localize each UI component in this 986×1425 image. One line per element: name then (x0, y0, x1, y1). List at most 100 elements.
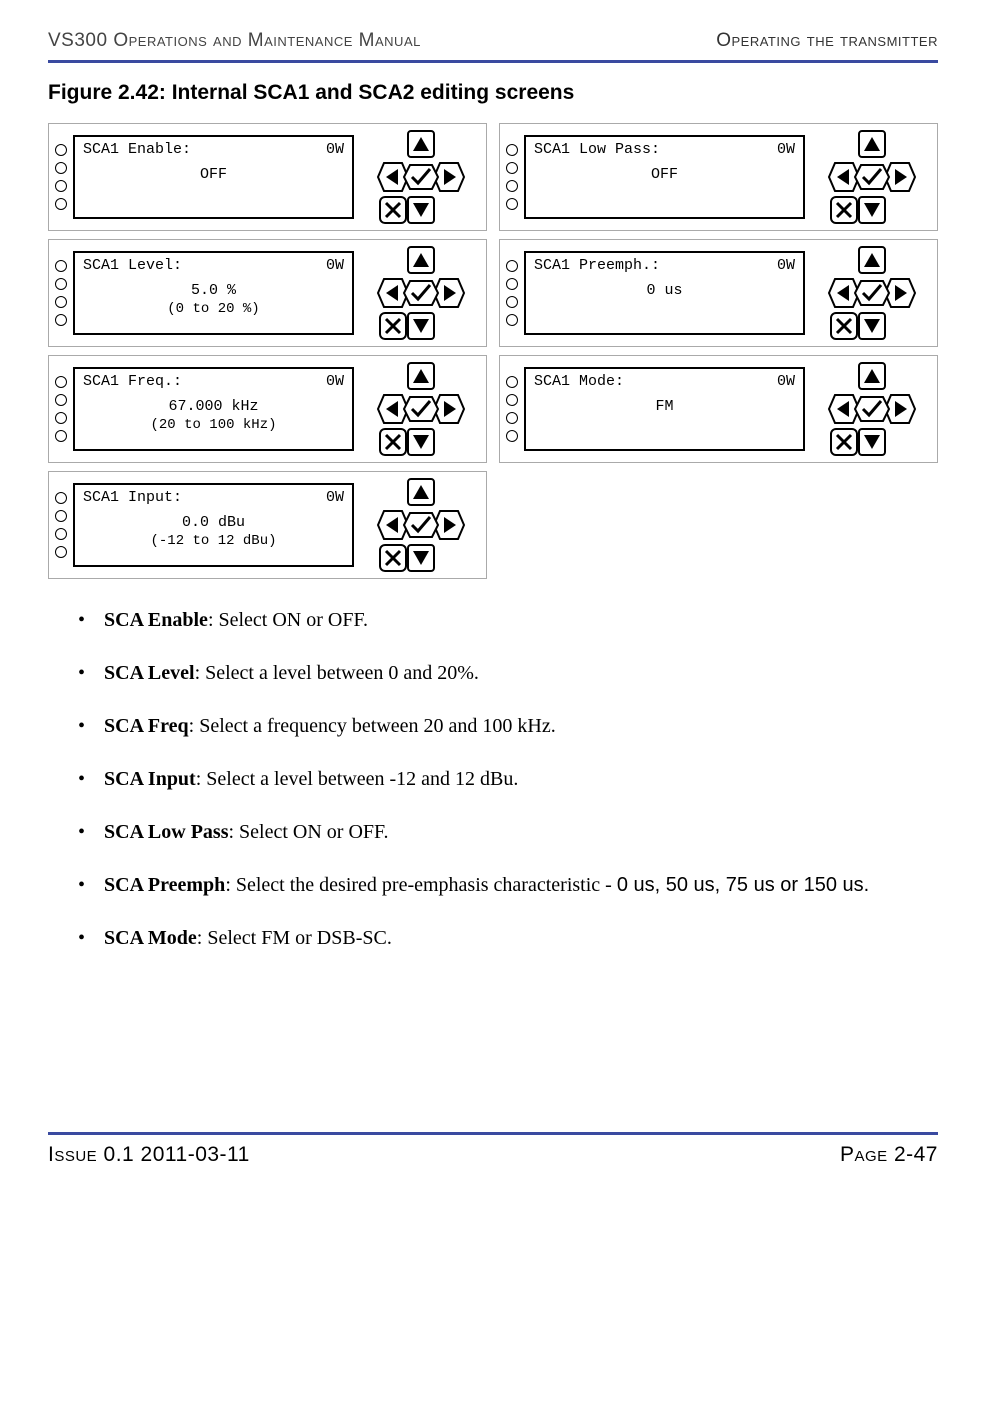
bullet-item: SCA Preemph: Select the desired pre-emph… (78, 872, 938, 899)
bullet-label: SCA Input (104, 768, 196, 790)
screens-grid: SCA1 Enable: 0W OFF (48, 123, 938, 579)
bullet-label: SCA Enable (104, 609, 208, 631)
bullet-label: SCA Level (104, 662, 195, 684)
bullet-label: SCA Low Pass (104, 821, 228, 843)
bullet-item: SCA Mode: Select FM or DSB-SC. (78, 925, 938, 952)
screen-sca1-freq: SCA1 Freq.: 0W 67.000 kHz (20 to 100 kHz… (48, 355, 487, 463)
lcd-display: SCA1 Freq.: 0W 67.000 kHz (20 to 100 kHz… (73, 367, 354, 451)
bullet-item: SCA Level: Select a level between 0 and … (78, 660, 938, 687)
screen-sca1-preemph: SCA1 Preemph.: 0W 0 us (499, 239, 938, 347)
lcd-power: 0W (326, 257, 344, 276)
screen-sca1-enable: SCA1 Enable: 0W OFF (48, 123, 487, 231)
footer-right: Page 2-47 (840, 1143, 938, 1167)
lcd-display: SCA1 Mode: 0W FM (524, 367, 805, 451)
nav-pad[interactable] (813, 245, 931, 341)
lcd-title: SCA1 Level: (83, 257, 182, 276)
lcd-value: OFF (534, 166, 795, 185)
page-header: VS300 Operations and Maintenance Manual … (48, 30, 938, 52)
led-indicator (506, 198, 518, 210)
lcd-title: SCA1 Freq.: (83, 373, 182, 392)
lcd-value: 0.0 dBu (83, 514, 344, 533)
led-indicator (506, 394, 518, 406)
lcd-power: 0W (777, 257, 795, 276)
led-column (506, 260, 518, 326)
ok-button (404, 165, 438, 189)
bullet-text: : Select ON or OFF. (208, 609, 368, 631)
bullet-text: : Select ON or OFF. (228, 821, 388, 843)
lcd-power: 0W (777, 141, 795, 160)
led-indicator (506, 260, 518, 272)
led-indicator (506, 180, 518, 192)
header-right: Operating the transmitter (716, 30, 938, 52)
led-column (55, 260, 67, 326)
lcd-value: FM (534, 398, 795, 417)
led-indicator (55, 430, 67, 442)
led-indicator (55, 278, 67, 290)
led-indicator (55, 528, 67, 540)
lcd-display: SCA1 Level: 0W 5.0 % (0 to 20 %) (73, 251, 354, 335)
lcd-display: SCA1 Low Pass: 0W OFF (524, 135, 805, 219)
nav-pad[interactable] (362, 361, 480, 457)
nav-pad[interactable] (362, 477, 480, 573)
led-column (55, 492, 67, 558)
figure-title: Figure 2.42: Internal SCA1 and SCA2 edit… (48, 81, 938, 105)
lcd-display: SCA1 Enable: 0W OFF (73, 135, 354, 219)
lcd-display: SCA1 Input: 0W 0.0 dBu (-12 to 12 dBu) (73, 483, 354, 567)
page-footer: Issue 0.1 2011-03-11 Page 2-47 (48, 1132, 938, 1167)
bullet-text: : Select a frequency between 20 and 100 … (189, 715, 556, 737)
led-column (506, 376, 518, 442)
bullet-label: SCA Freq (104, 715, 189, 737)
led-indicator (55, 394, 67, 406)
bullet-item: SCA Low Pass: Select ON or OFF. (78, 819, 938, 846)
lcd-title: SCA1 Input: (83, 489, 182, 508)
led-indicator (55, 198, 67, 210)
lcd-value: 5.0 % (83, 282, 344, 301)
led-indicator (55, 412, 67, 424)
led-indicator (506, 430, 518, 442)
lcd-range: (0 to 20 %) (83, 301, 344, 319)
screen-sca1-input: SCA1 Input: 0W 0.0 dBu (-12 to 12 dBu) (48, 471, 487, 579)
led-indicator (506, 278, 518, 290)
led-indicator (55, 162, 67, 174)
led-indicator (55, 314, 67, 326)
nav-pad[interactable] (813, 361, 931, 457)
led-indicator (55, 376, 67, 388)
header-left: VS300 Operations and Maintenance Manual (48, 30, 421, 52)
led-indicator (55, 144, 67, 156)
nav-pad[interactable] (813, 129, 931, 225)
led-column (506, 144, 518, 210)
bullet-text: : Select a level between 0 and 20%. (195, 662, 479, 684)
lcd-value: 67.000 kHz (83, 398, 344, 417)
led-indicator (506, 412, 518, 424)
bullet-label: SCA Mode (104, 927, 197, 949)
nav-pad[interactable] (362, 129, 480, 225)
bullet-item: SCA Input: Select a level between -12 an… (78, 766, 938, 793)
bullets-list: SCA Enable: Select ON or OFF. SCA Level:… (78, 607, 938, 952)
bullet-options: 0 us, 50 us, 75 us or 150 us. (617, 874, 869, 896)
led-indicator (506, 296, 518, 308)
nav-pad[interactable] (362, 245, 480, 341)
lcd-value: 0 us (534, 282, 795, 301)
lcd-range: (20 to 100 kHz) (83, 417, 344, 435)
bullet-text: : Select FM or DSB-SC. (197, 927, 392, 949)
bullet-item: SCA Enable: Select ON or OFF. (78, 607, 938, 634)
led-column (55, 376, 67, 442)
footer-rule (48, 1132, 938, 1135)
bullet-text: : Select a level between -12 and 12 dBu. (196, 768, 519, 790)
lcd-power: 0W (326, 141, 344, 160)
lcd-power: 0W (326, 373, 344, 392)
lcd-power: 0W (326, 489, 344, 508)
lcd-display: SCA1 Preemph.: 0W 0 us (524, 251, 805, 335)
led-indicator (506, 376, 518, 388)
lcd-value: OFF (83, 166, 344, 185)
lcd-power: 0W (777, 373, 795, 392)
footer-left: Issue 0.1 2011-03-11 (48, 1143, 250, 1167)
led-indicator (506, 162, 518, 174)
led-indicator (55, 510, 67, 522)
led-indicator (55, 492, 67, 504)
lcd-title: SCA1 Low Pass: (534, 141, 660, 160)
bullet-text: : Select the desired pre-emphasis charac… (225, 874, 617, 896)
led-indicator (55, 296, 67, 308)
bullet-item: SCA Freq: Select a frequency between 20 … (78, 713, 938, 740)
lcd-range: (-12 to 12 dBu) (83, 533, 344, 551)
